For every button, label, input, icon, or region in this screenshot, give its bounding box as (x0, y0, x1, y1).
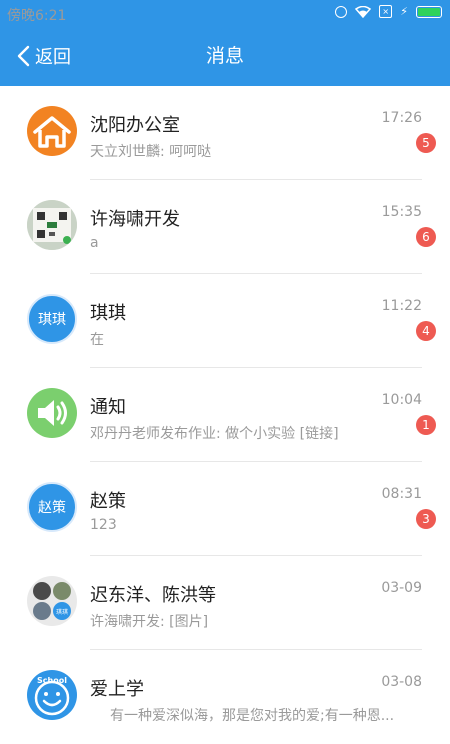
conversation-time: 11:22 (381, 298, 422, 314)
conversation-preview: 在 (90, 332, 104, 348)
conversation-item[interactable]: 琪琪 琪琪 在 11:22 4 (0, 274, 450, 368)
charging-icon: ⚡ (400, 5, 408, 18)
unread-badge: 5 (416, 133, 436, 153)
alarm-icon (335, 5, 348, 18)
conversation-name: 迟东洋、陈洪等 (90, 585, 216, 606)
conversation-time: 17:26 (381, 110, 422, 126)
conversation-item[interactable]: 赵策 赵策 123 08:31 3 (0, 462, 450, 556)
unread-badge: 1 (416, 415, 436, 435)
conversation-time: 03-08 (381, 674, 422, 690)
conversation-preview: 123 (90, 517, 117, 533)
conversation-name: 通知 (90, 397, 126, 418)
conversation-item[interactable]: 通知 邓丹丹老师发布作业: 做个小实验 [链接] 10:04 1 (0, 368, 450, 462)
conversation-preview: 天立刘世麟: 呵呵哒 (90, 144, 212, 160)
conversation-list: 沈阳办公室 天立刘世麟: 呵呵哒 17:26 5 许海啸开发 a 15:35 6… (0, 86, 450, 744)
conversation-item[interactable]: 琪琪 迟东洋、陈洪等 许海啸开发: [图片] 03-09 (0, 556, 450, 650)
smiley-school-icon: School (27, 670, 77, 720)
group-small-label: 琪琪 (55, 609, 68, 616)
conversation-name: 琪琪 (90, 303, 126, 324)
status-icons: × ⚡ (335, 5, 442, 18)
photo-avatar (27, 200, 77, 250)
conversation-name: 许海啸开发 (90, 209, 180, 230)
unread-badge: 4 (416, 321, 436, 341)
speaker-icon (27, 388, 77, 438)
text-avatar: 琪琪 (27, 294, 77, 344)
conversation-time: 10:04 (381, 392, 422, 408)
sim-icon: × (379, 5, 393, 18)
conversation-name: 赵策 (90, 491, 126, 512)
conversation-preview: 许海啸开发: [图片] (90, 614, 209, 630)
wifi-icon (355, 5, 372, 18)
conversation-time: 08:31 (381, 486, 422, 502)
house-icon (27, 106, 77, 156)
conversation-name: 沈阳办公室 (90, 115, 180, 136)
status-bar: 傍晚6:21 × ⚡ (0, 0, 450, 26)
unread-badge: 6 (416, 227, 436, 247)
conversation-item[interactable]: 沈阳办公室 天立刘世麟: 呵呵哒 17:26 5 (0, 86, 450, 180)
unread-badge: 3 (416, 509, 436, 529)
conversation-name: 爱上学 (90, 679, 144, 700)
conversation-preview: a (90, 235, 99, 251)
title-bar: 返回 消息 (0, 26, 450, 86)
text-avatar: 赵策 (27, 482, 77, 532)
battery-icon (416, 5, 442, 18)
conversation-time: 15:35 (381, 204, 422, 220)
group-avatar: 琪琪 (27, 576, 77, 626)
conversation-preview: 邓丹丹老师发布作业: 做个小实验 [链接] (90, 426, 339, 442)
conversation-time: 03-09 (381, 580, 422, 596)
page-title: 消息 (205, 45, 244, 67)
conversation-preview: 有一种爱深似海，那是您对我的爱;有一种恩... (110, 708, 395, 724)
conversation-item[interactable]: 许海啸开发 a 15:35 6 (0, 180, 450, 274)
